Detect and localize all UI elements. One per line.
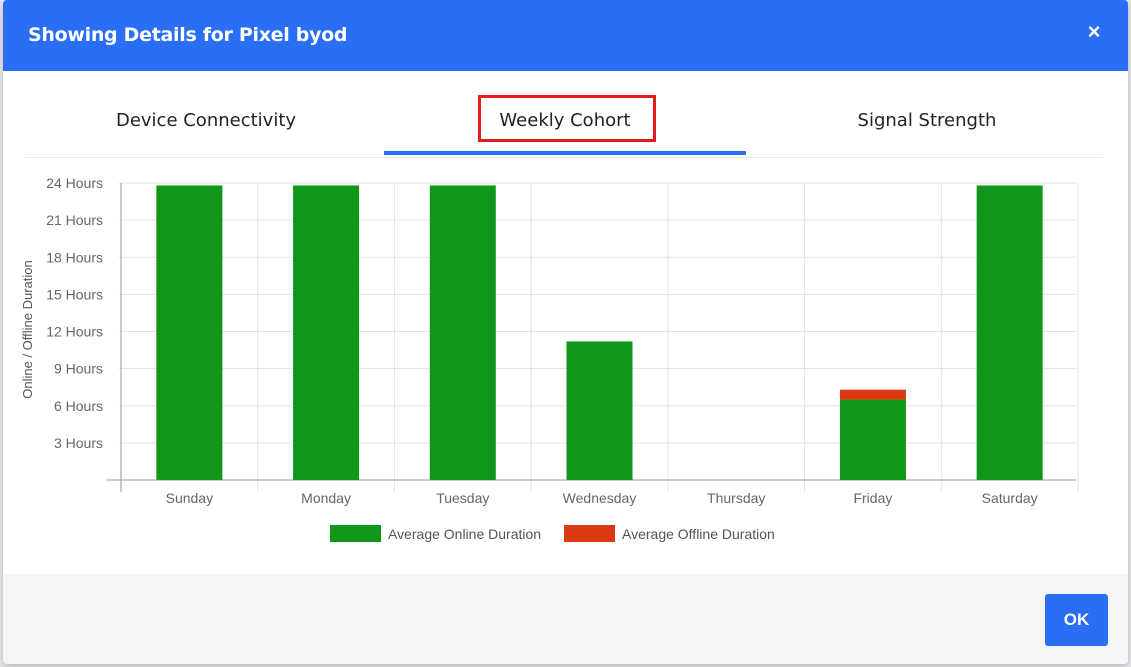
bar-online-tuesday	[429, 185, 496, 480]
legend-label: Average Online Duration	[388, 526, 541, 542]
legend-swatch-online	[330, 525, 381, 542]
x-tick-label: Thursday	[707, 490, 765, 506]
x-tick-label: Saturday	[982, 490, 1038, 506]
bar-offline-friday	[839, 389, 906, 400]
close-button[interactable]: ×	[1082, 19, 1106, 45]
bar-online-saturday	[976, 185, 1043, 480]
chart-svg: 3 Hours 6 Hours 9 Hours 12 Hours 15 Hours 18 …	[20, 175, 1079, 542]
x-tick-label: Friday	[853, 490, 892, 506]
y-tick-label: 21 Hours	[46, 212, 103, 228]
y-tick-label: 15 Hours	[46, 286, 103, 302]
bar-online-sunday	[156, 185, 223, 480]
tab-device-connectivity[interactable]: Device Connectivity	[25, 97, 387, 155]
legend-label: Average Offline Duration	[622, 526, 775, 542]
ok-button[interactable]: OK	[1045, 594, 1108, 646]
y-tick-label: 3 Hours	[54, 435, 103, 451]
bar-online-wednesday	[566, 341, 633, 480]
y-tick-label: 18 Hours	[46, 249, 103, 265]
y-tick-label: 12 Hours	[46, 324, 103, 340]
x-tick-label: Tuesday	[436, 490, 489, 506]
y-tick-label: 6 Hours	[54, 398, 103, 414]
modal-header: Showing Details for Pixel byod ×	[3, 0, 1128, 71]
x-tick-label: Sunday	[166, 490, 213, 506]
x-tick-label: Wednesday	[563, 490, 637, 506]
x-tick-label: Monday	[301, 490, 351, 506]
y-tick-label: 9 Hours	[54, 361, 103, 377]
y-tick-label: 24 Hours	[46, 175, 103, 191]
tab-signal-strength[interactable]: Signal Strength	[746, 97, 1108, 155]
weekly-cohort-chart: 3 Hours 6 Hours 9 Hours 12 Hours 15 Hours 18 …	[3, 165, 1128, 565]
legend-swatch-offline	[564, 525, 615, 542]
modal-footer: OK	[3, 574, 1128, 664]
details-modal: Showing Details for Pixel byod × Device …	[3, 0, 1128, 664]
bar-online-monday	[293, 185, 360, 480]
highlight-annotation-box	[478, 95, 656, 142]
y-axis-title: Online / Offline Duration	[20, 260, 35, 399]
bar-online-friday	[839, 399, 906, 480]
modal-title: Showing Details for Pixel byod	[28, 24, 348, 46]
